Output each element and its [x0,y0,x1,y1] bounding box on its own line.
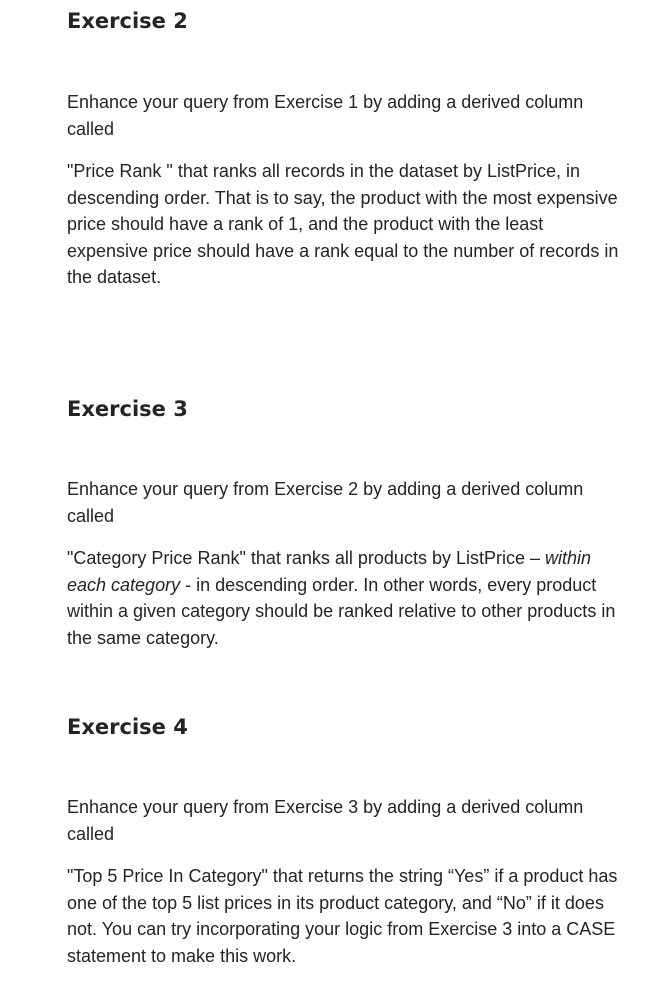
exercise-3-body: "Category Price Rank" that ranks all pro… [67,545,623,651]
exercise-4-body-text: "Top 5 Price In Category" that returns t… [67,866,618,966]
exercise-3-section: Exercise 3 Enhance your query from Exerc… [67,395,627,648]
exercise-2-body-text: "Price Rank " that ranks all records in … [67,161,619,287]
exercise-2-intro: Enhance your query from Exercise 1 by ad… [67,92,584,139]
exercise-4-heading: Exercise 4 [67,715,188,739]
exercise-2-section: Exercise 2 Enhance your query from Exerc… [67,7,627,287]
exercise-2-body: "Price Rank " that ranks all records in … [67,158,623,291]
exercise-2-heading: Exercise 2 [67,9,188,33]
exercise-3-body-text-start: "Category Price Rank" that ranks all pro… [67,548,545,568]
exercise-3-intro: Enhance your query from Exercise 2 by ad… [67,479,584,526]
exercise-4-body: "Top 5 Price In Category" that returns t… [67,863,623,969]
exercise-4-intro: Enhance your query from Exercise 3 by ad… [67,797,584,844]
exercise-3-heading: Exercise 3 [67,397,188,421]
exercise-4-section: Exercise 4 Enhance your query from Exerc… [67,713,627,966]
